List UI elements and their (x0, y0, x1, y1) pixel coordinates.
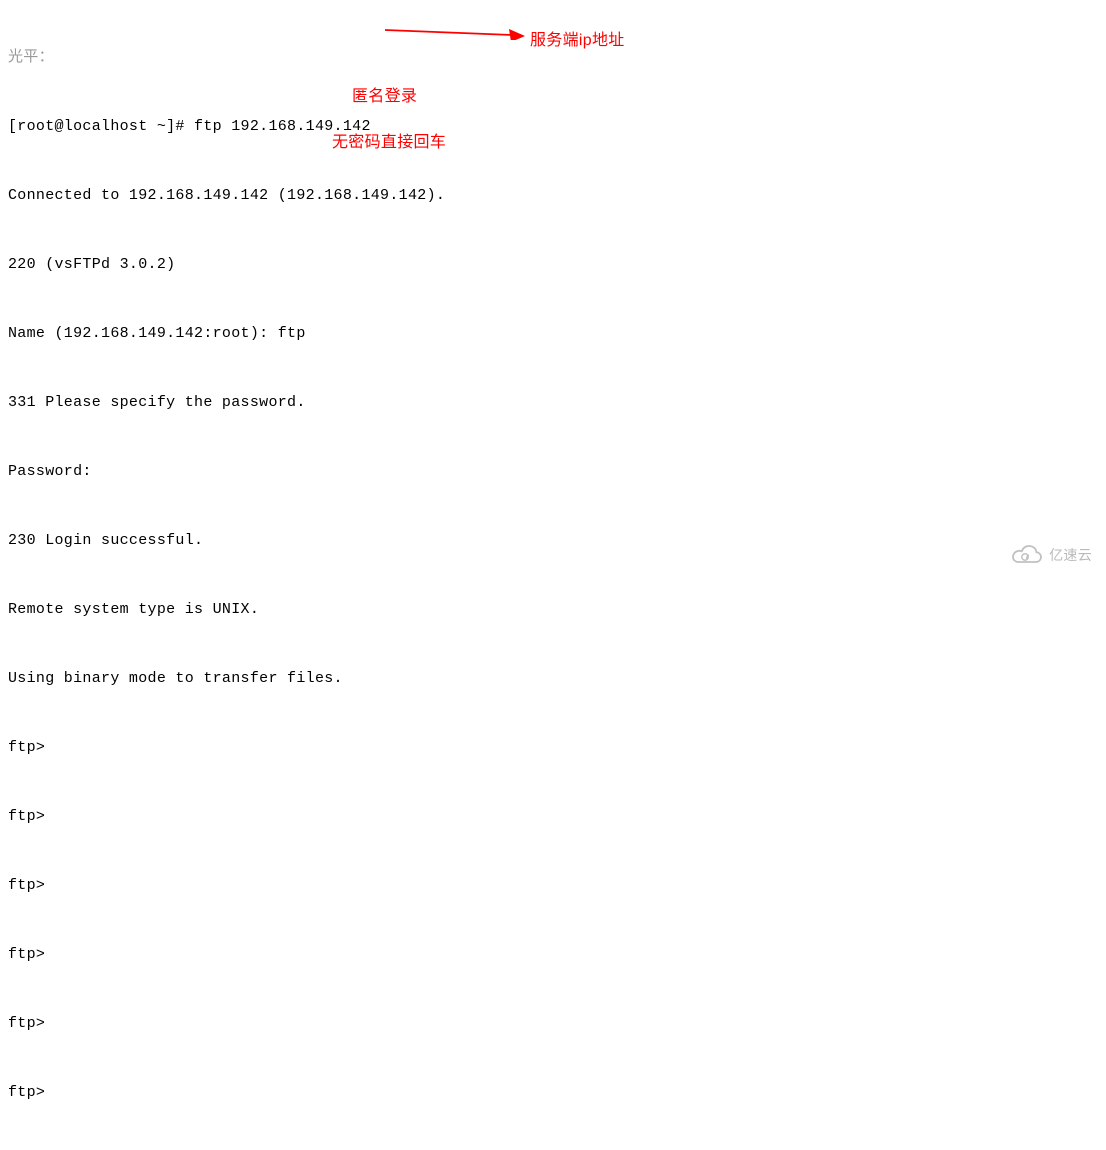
terminal-line: Password: (8, 460, 1098, 483)
terminal-line: 220 (vsFTPd 3.0.2) (8, 253, 1098, 276)
terminal-line: ftp> (8, 1081, 1098, 1104)
annotation-anon-login: 匿名登录 (352, 82, 417, 106)
terminal-line: Name (192.168.149.142:root): ftp (8, 322, 1098, 345)
annotation-server-ip: 服务端ip地址 (530, 26, 625, 50)
terminal-line: [root@localhost ~]# ftp 192.168.149.142 (8, 115, 1098, 138)
terminal-line: ftp> (8, 736, 1098, 759)
terminal-line: ftp> (8, 874, 1098, 897)
terminal-line: Remote system type is UNIX. (8, 598, 1098, 621)
terminal-line: Using binary mode to transfer files. (8, 667, 1098, 690)
terminal-output[interactable]: 光平： [root@localhost ~]# ftp 192.168.149.… (0, 0, 1106, 1150)
terminal-line: 331 Please specify the password. (8, 391, 1098, 414)
terminal-line: ftp> (8, 805, 1098, 828)
terminal-line: ftp> (8, 943, 1098, 966)
annotation-no-password: 无密码直接回车 (332, 128, 446, 152)
terminal-line: Connected to 192.168.149.142 (192.168.14… (8, 184, 1098, 207)
terminal-line: 230 Login successful. (8, 529, 1098, 552)
terminal-line: ftp> (8, 1012, 1098, 1035)
watermark: 亿速云 (1010, 543, 1092, 567)
watermark-text: 亿速云 (1049, 545, 1092, 565)
cloud-icon (1010, 543, 1044, 567)
